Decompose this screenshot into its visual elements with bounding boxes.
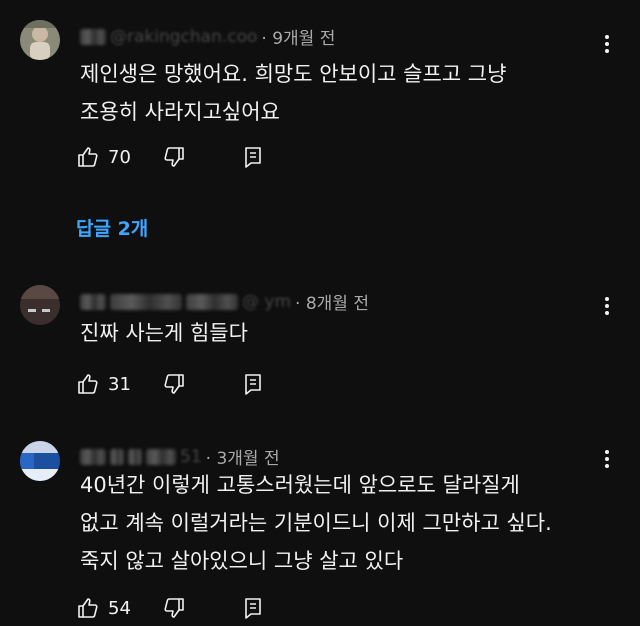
comment-actions: 54 <box>76 595 276 621</box>
replies-toggle[interactable]: 답글 2개 <box>76 214 148 241</box>
comment-time[interactable]: · 9개월 전 <box>261 24 335 49</box>
comment-meta: @rakingchan.coo · 9개월 전 <box>80 24 335 49</box>
reply-button[interactable] <box>242 144 264 170</box>
like-count: 31 <box>108 373 131 395</box>
comment-actions: 70 <box>76 144 276 170</box>
comment-text-line: 없고 계속 이럴거라는 기분이드니 이제 그만하고 싶다. <box>80 511 552 535</box>
avatar[interactable] <box>20 441 60 481</box>
avatar[interactable] <box>20 20 60 60</box>
like-button[interactable]: 31 <box>76 371 131 397</box>
thumbs-down-icon <box>164 147 184 167</box>
comment-author[interactable]: @ ym <box>242 292 291 312</box>
reply-icon <box>245 374 261 395</box>
dislike-button[interactable] <box>162 144 186 170</box>
reply-icon <box>245 598 261 619</box>
more-vert-icon[interactable] <box>600 294 614 320</box>
comment-text-line: 제인생은 망했어요. 희망도 안보이고 슬프고 그냥 <box>80 62 507 86</box>
comment-text-line: 조용히 사라지고싶어요 <box>80 100 280 124</box>
like-button[interactable]: 70 <box>76 144 131 170</box>
comment-text-line: 죽지 않고 살아있으니 그냥 살고 있다 <box>80 549 404 573</box>
thumbs-up-icon <box>78 374 98 394</box>
like-button[interactable]: 54 <box>76 595 131 621</box>
comment-author[interactable]: @rakingchan.coo <box>110 27 257 47</box>
comment-text-line: 진짜 사는게 힘들다 <box>80 321 248 345</box>
comment-text-line: 40년간 이렇게 고통스러웠는데 앞으로도 달라질게 <box>80 473 520 497</box>
more-vert-icon[interactable] <box>600 32 614 58</box>
thumbs-up-icon <box>78 147 98 167</box>
thumbs-down-icon <box>164 374 184 394</box>
comment-actions: 31 <box>76 371 276 397</box>
thumbs-down-icon <box>164 598 184 618</box>
reply-button[interactable] <box>242 371 264 397</box>
like-count: 70 <box>108 146 131 168</box>
reply-button[interactable] <box>242 595 264 621</box>
thumbs-up-icon <box>78 598 98 618</box>
like-count: 54 <box>108 597 131 619</box>
comment-meta: @ ym · 8개월 전 <box>80 289 369 314</box>
comment-text: 제인생은 망했어요. 희망도 안보이고 슬프고 그냥 조용히 사라지고싶어요 <box>80 55 506 131</box>
reply-icon <box>245 147 261 168</box>
comment-text: 진짜 사는게 힘들다 <box>80 314 248 352</box>
avatar[interactable] <box>20 285 60 325</box>
dislike-button[interactable] <box>162 595 186 621</box>
more-vert-icon[interactable] <box>600 447 614 473</box>
comment-author[interactable]: 51 <box>180 447 202 467</box>
comment-time[interactable]: · 8개월 전 <box>295 289 369 314</box>
dislike-button[interactable] <box>162 371 186 397</box>
comment-text: 40년간 이렇게 고통스러웠는데 앞으로도 달라질게 없고 계속 이럴거라는 기… <box>80 466 552 580</box>
